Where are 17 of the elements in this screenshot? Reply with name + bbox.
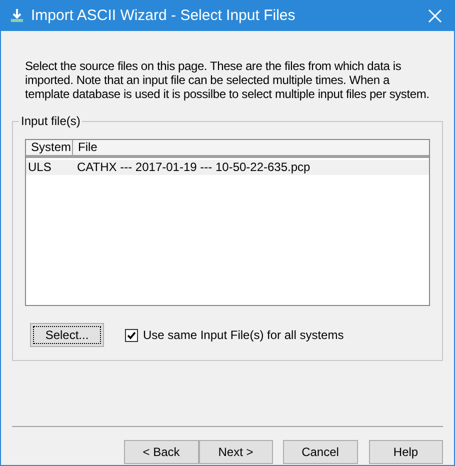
group-title: Input file(s) [19,114,82,128]
column-header[interactable]: File [73,140,429,155]
intro-text: Select the source files on this page. These are the files from which data is imported. Note that an input file can be selected multiple times. When a template database is used it is possilbe to select multiple input files per system. [25,59,430,101]
select-button[interactable]: Select... [30,323,104,347]
checkbox-label: Use same Input File(s) for all systems [143,327,344,344]
window-title: Import ASCII Wizard - Select Input Files [31,6,296,26]
table-cell-text: CATHX --- 2017-01-19 --- 10-50-22-635.pcp [76,160,312,175]
cancel-button[interactable]: Cancel [283,440,358,464]
help-button[interactable]: Help [368,440,443,464]
column-header[interactable]: System [26,140,73,155]
table-row[interactable]: ULS CATHX --- 2017-01-19 --- 10-50-22-635.pcp [26,160,429,175]
back-button[interactable]: < Back [124,440,198,464]
checkbox[interactable] [125,328,138,342]
download-icon [9,8,25,24]
close-icon[interactable] [428,9,442,23]
table-cell-text: ULS [27,160,52,175]
next-button[interactable]: Next > [198,440,273,464]
